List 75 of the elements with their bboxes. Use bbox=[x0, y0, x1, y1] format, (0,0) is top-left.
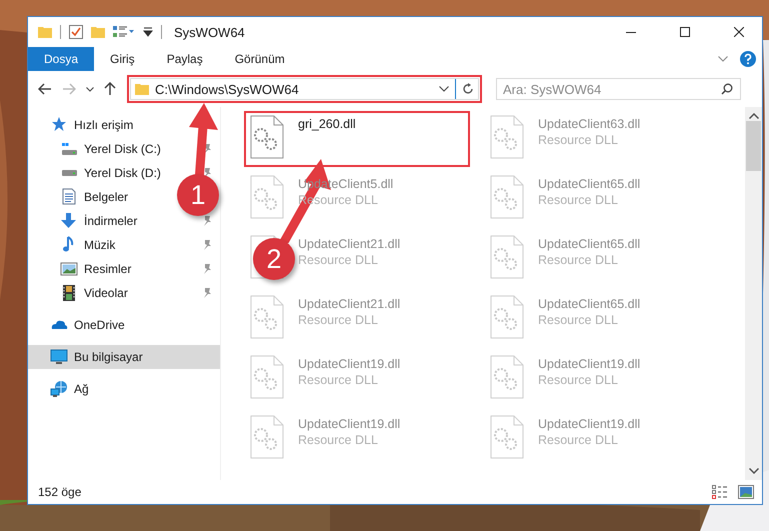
refresh-icon[interactable] bbox=[462, 83, 474, 95]
file-icon bbox=[250, 415, 284, 459]
file-icon bbox=[490, 415, 524, 459]
pin-icon[interactable] bbox=[202, 239, 212, 251]
file-icon bbox=[490, 355, 524, 399]
view-menu-icon[interactable] bbox=[113, 25, 135, 39]
file-icon bbox=[490, 235, 524, 279]
folder-icon bbox=[135, 83, 149, 95]
nav-item[interactable]: Hızlı erişim bbox=[28, 113, 220, 137]
file-icon bbox=[250, 115, 284, 159]
window-title: SysWOW64 bbox=[174, 24, 246, 40]
ribbon-tab[interactable]: Dosya bbox=[28, 47, 94, 71]
nav-item[interactable]: Bu bilgisayar bbox=[28, 345, 220, 369]
back-arrow-icon[interactable] bbox=[38, 83, 52, 95]
file-icon bbox=[490, 175, 524, 219]
file-icon bbox=[250, 295, 284, 339]
ribbon-tab[interactable]: Giriş bbox=[94, 47, 151, 71]
checklist-icon[interactable] bbox=[69, 25, 83, 39]
file-type: Resource DLL bbox=[538, 133, 618, 147]
monitor-icon bbox=[50, 348, 68, 366]
down-arrow-icon bbox=[60, 212, 78, 230]
ribbon-tab[interactable]: Paylaş bbox=[150, 47, 219, 71]
drive-icon bbox=[60, 142, 78, 156]
film-icon bbox=[60, 284, 78, 302]
file-type: Resource DLL bbox=[298, 253, 378, 267]
file-type: Resource DLL bbox=[298, 433, 378, 447]
scrollbar-thumb[interactable] bbox=[746, 121, 761, 171]
maximize-icon bbox=[680, 27, 690, 37]
dropdown-caret-icon[interactable] bbox=[143, 27, 153, 37]
caret-icon[interactable] bbox=[86, 86, 94, 92]
search-field[interactable]: Ara: SysWOW64 bbox=[496, 78, 741, 100]
nav-item[interactable]: İndirmeler bbox=[28, 209, 174, 233]
scroll-up-icon[interactable] bbox=[748, 113, 758, 119]
close-icon bbox=[734, 27, 744, 37]
nav-item[interactable]: Videolar bbox=[28, 281, 174, 305]
globe-icon bbox=[50, 380, 68, 398]
file-type: Resource DLL bbox=[298, 313, 378, 327]
star-icon bbox=[50, 116, 68, 134]
nav-item[interactable]: Ağ bbox=[28, 377, 220, 401]
nav-item[interactable]: OneDrive bbox=[28, 313, 220, 337]
search-icon[interactable] bbox=[721, 83, 733, 95]
nav-item[interactable]: Belgeler bbox=[28, 185, 174, 209]
pin-icon[interactable] bbox=[202, 287, 212, 299]
file-type: Resource DLL bbox=[538, 253, 618, 267]
file-type: Resource DLL bbox=[538, 373, 618, 387]
item-count: 152 öge bbox=[38, 485, 82, 499]
file-name[interactable]: gri_260.dll bbox=[298, 117, 356, 131]
expand-ribbon-icon[interactable] bbox=[718, 56, 728, 62]
file-icon bbox=[490, 115, 524, 159]
nav-item[interactable]: Müzik bbox=[28, 233, 174, 257]
details-view-icon[interactable] bbox=[712, 485, 728, 499]
file-icon bbox=[490, 295, 524, 339]
caret-icon[interactable] bbox=[439, 86, 449, 92]
file-icon bbox=[250, 355, 284, 399]
cloud-icon bbox=[50, 320, 68, 330]
large-icons-view-icon[interactable] bbox=[738, 485, 754, 499]
up-arrow-icon[interactable] bbox=[104, 82, 116, 96]
document-icon bbox=[60, 188, 78, 206]
scrollbar[interactable] bbox=[745, 107, 762, 480]
file-type: Resource DLL bbox=[538, 433, 618, 447]
address-field[interactable]: C:\Windows\SysWOW64 bbox=[130, 78, 479, 100]
drive-icon bbox=[62, 170, 76, 176]
pin-icon[interactable] bbox=[202, 215, 212, 227]
nav-item[interactable]: Yerel Disk (D:) bbox=[28, 161, 174, 185]
pin-icon[interactable] bbox=[202, 263, 212, 275]
nav-item[interactable]: Resimler bbox=[28, 257, 174, 281]
file-icon bbox=[250, 175, 284, 219]
file-type: Resource DLL bbox=[538, 313, 618, 327]
scroll-down-icon[interactable] bbox=[748, 468, 758, 474]
picture-icon bbox=[60, 260, 78, 278]
file-type: Resource DLL bbox=[538, 193, 618, 207]
nav-item[interactable]: Yerel Disk (C:) bbox=[28, 137, 174, 161]
help-icon[interactable] bbox=[740, 51, 756, 67]
file-type: Resource DLL bbox=[298, 373, 378, 387]
ribbon-tab[interactable]: Görünüm bbox=[218, 47, 301, 71]
